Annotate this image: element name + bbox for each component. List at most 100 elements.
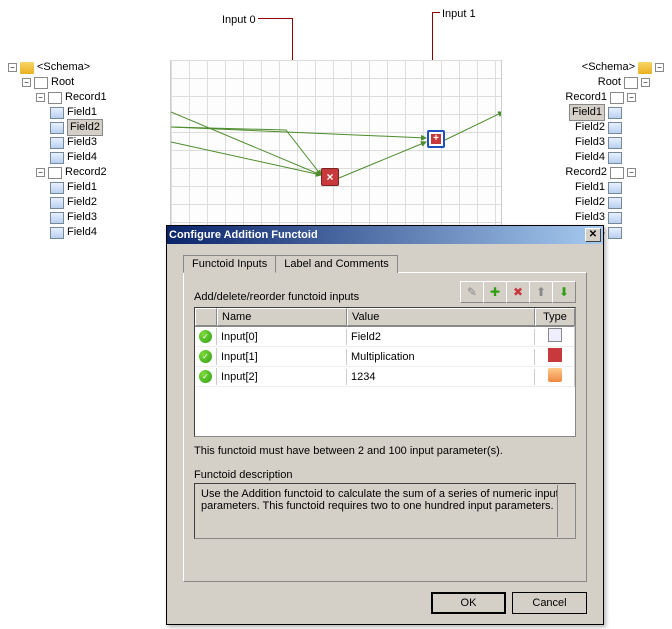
field-icon bbox=[50, 122, 64, 134]
tree-node-r2-field4[interactable]: Field4 bbox=[8, 225, 148, 240]
tree-node-record1[interactable]: Record1− bbox=[524, 90, 664, 105]
tree-node-r2-field3[interactable]: Field3 bbox=[8, 210, 148, 225]
field-icon bbox=[50, 107, 64, 119]
tree-node-field4[interactable]: Field4 bbox=[8, 150, 148, 165]
delete-button[interactable]: ✖ bbox=[506, 281, 530, 303]
collapse-icon[interactable]: − bbox=[641, 78, 650, 87]
arrow-up-icon: ⬆ bbox=[536, 285, 546, 299]
tree-label: Record2 bbox=[65, 165, 107, 180]
record-icon bbox=[610, 167, 624, 179]
tree-node-field2[interactable]: Field2 bbox=[8, 120, 148, 135]
description-textarea[interactable]: Use the Addition functoid to calculate t… bbox=[194, 483, 576, 539]
tree-label: Field2 bbox=[67, 195, 97, 210]
col-status[interactable] bbox=[195, 308, 217, 326]
tree-node-field3[interactable]: Field3 bbox=[524, 135, 664, 150]
field-icon bbox=[50, 152, 64, 164]
check-icon: ✓ bbox=[199, 350, 212, 363]
tab-label-comments[interactable]: Label and Comments bbox=[275, 255, 398, 273]
move-up-button[interactable]: ⬆ bbox=[529, 281, 553, 303]
tree-node-record2[interactable]: − Record2 bbox=[8, 165, 148, 180]
add-button[interactable]: ✚ bbox=[483, 281, 507, 303]
cancel-button[interactable]: Cancel bbox=[512, 592, 587, 614]
tree-node-root[interactable]: −Root bbox=[8, 75, 148, 90]
tree-node-r2-field3[interactable]: Field3 bbox=[524, 210, 664, 225]
collapse-icon[interactable]: − bbox=[627, 93, 636, 102]
tree-label: Field2 bbox=[575, 120, 605, 135]
field-icon bbox=[50, 137, 64, 149]
dialog-button-row: OK Cancel bbox=[431, 592, 587, 614]
field-icon bbox=[50, 227, 64, 239]
mapper-grid-surface[interactable]: × bbox=[170, 60, 502, 230]
tree-node-root[interactable]: Root− bbox=[524, 75, 664, 90]
move-down-button[interactable]: ⬇ bbox=[552, 281, 576, 303]
tree-node-r2-field1[interactable]: Field1 bbox=[8, 180, 148, 195]
dialog-titlebar[interactable]: Configure Addition Functoid ✕ bbox=[167, 226, 603, 244]
cell-value: 1234 bbox=[347, 369, 535, 385]
record-icon bbox=[34, 77, 48, 89]
callout-line-0h bbox=[258, 18, 292, 19]
tree-node-record2[interactable]: Record2− bbox=[524, 165, 664, 180]
tree-node-field2[interactable]: Field2 bbox=[524, 120, 664, 135]
destination-schema-tree[interactable]: <Schema>− Root− Record1− Field1 Field2 F… bbox=[524, 60, 664, 240]
schema-link-icon bbox=[548, 328, 562, 342]
col-name[interactable]: Name bbox=[217, 308, 347, 326]
collapse-icon[interactable]: − bbox=[655, 63, 664, 72]
dialog-tabs: Functoid Inputs Label and Comments bbox=[183, 254, 587, 272]
tree-label: Field2 bbox=[67, 119, 103, 136]
tree-node-r2-field2[interactable]: Field2 bbox=[8, 195, 148, 210]
collapse-icon[interactable]: − bbox=[627, 168, 636, 177]
tree-label: Field1 bbox=[67, 180, 97, 195]
tree-node-field3[interactable]: Field3 bbox=[8, 135, 148, 150]
edit-button[interactable]: ✎ bbox=[460, 281, 484, 303]
tree-node-record1[interactable]: − Record1 bbox=[8, 90, 148, 105]
scroll-down-icon[interactable]: ▼ bbox=[563, 527, 571, 535]
inputs-grid[interactable]: Name Value Type ✓ Input[0] Field2 ✓ Inpu… bbox=[194, 307, 576, 437]
collapse-icon[interactable]: − bbox=[36, 168, 45, 177]
close-button[interactable]: ✕ bbox=[585, 228, 601, 242]
tree-node-r2-field1[interactable]: Field1 bbox=[524, 180, 664, 195]
collapse-icon[interactable]: − bbox=[36, 93, 45, 102]
ok-button[interactable]: OK bbox=[431, 592, 506, 614]
tree-node-field1[interactable]: Field1 bbox=[8, 105, 148, 120]
tree-label: Field1 bbox=[575, 180, 605, 195]
tree-node-r2-field2[interactable]: Field2 bbox=[524, 195, 664, 210]
field-icon bbox=[608, 152, 622, 164]
callout-input0: Input 0 bbox=[222, 14, 256, 26]
input-row-1[interactable]: ✓ Input[1] Multiplication bbox=[195, 347, 575, 367]
tree-node-field4[interactable]: Field4 bbox=[524, 150, 664, 165]
field-icon bbox=[608, 227, 622, 239]
link-lines bbox=[171, 60, 501, 230]
source-schema-tree[interactable]: −<Schema> −Root − Record1 Field1 Field2 F… bbox=[8, 60, 148, 240]
col-type[interactable]: Type bbox=[535, 308, 575, 326]
multiplication-functoid[interactable]: × bbox=[321, 168, 339, 186]
field-icon bbox=[608, 197, 622, 209]
cell-value: Multiplication bbox=[347, 349, 535, 365]
record-icon bbox=[48, 92, 62, 104]
tree-label: <Schema> bbox=[582, 60, 635, 75]
collapse-icon[interactable]: − bbox=[22, 78, 31, 87]
tree-node-schema[interactable]: −<Schema> bbox=[8, 60, 148, 75]
addition-functoid[interactable] bbox=[427, 130, 445, 148]
description-label: Functoid description bbox=[194, 469, 576, 481]
tree-node-field1[interactable]: Field1 bbox=[524, 105, 664, 120]
parameter-count-note: This functoid must have between 2 and 10… bbox=[194, 445, 576, 457]
tree-label: Field3 bbox=[67, 135, 97, 150]
tree-label: Field1 bbox=[67, 105, 97, 120]
collapse-icon[interactable]: − bbox=[8, 63, 17, 72]
folder-icon bbox=[638, 62, 652, 74]
tree-label: Record1 bbox=[65, 90, 107, 105]
field-icon bbox=[608, 122, 622, 134]
plus-icon: ✚ bbox=[490, 285, 500, 299]
col-value[interactable]: Value bbox=[347, 308, 535, 326]
input-row-0[interactable]: ✓ Input[0] Field2 bbox=[195, 327, 575, 347]
description-text: Use the Addition functoid to calculate t… bbox=[201, 488, 559, 512]
field-icon bbox=[50, 197, 64, 209]
field-icon bbox=[608, 182, 622, 194]
scroll-up-icon[interactable]: ▲ bbox=[563, 487, 571, 495]
tab-functoid-inputs[interactable]: Functoid Inputs bbox=[183, 255, 276, 273]
input-row-2[interactable]: ✓ Input[2] 1234 bbox=[195, 367, 575, 387]
tree-node-schema[interactable]: <Schema> − bbox=[524, 60, 664, 75]
tree-label: Field4 bbox=[67, 150, 97, 165]
field-icon bbox=[608, 107, 622, 119]
field-icon bbox=[608, 137, 622, 149]
